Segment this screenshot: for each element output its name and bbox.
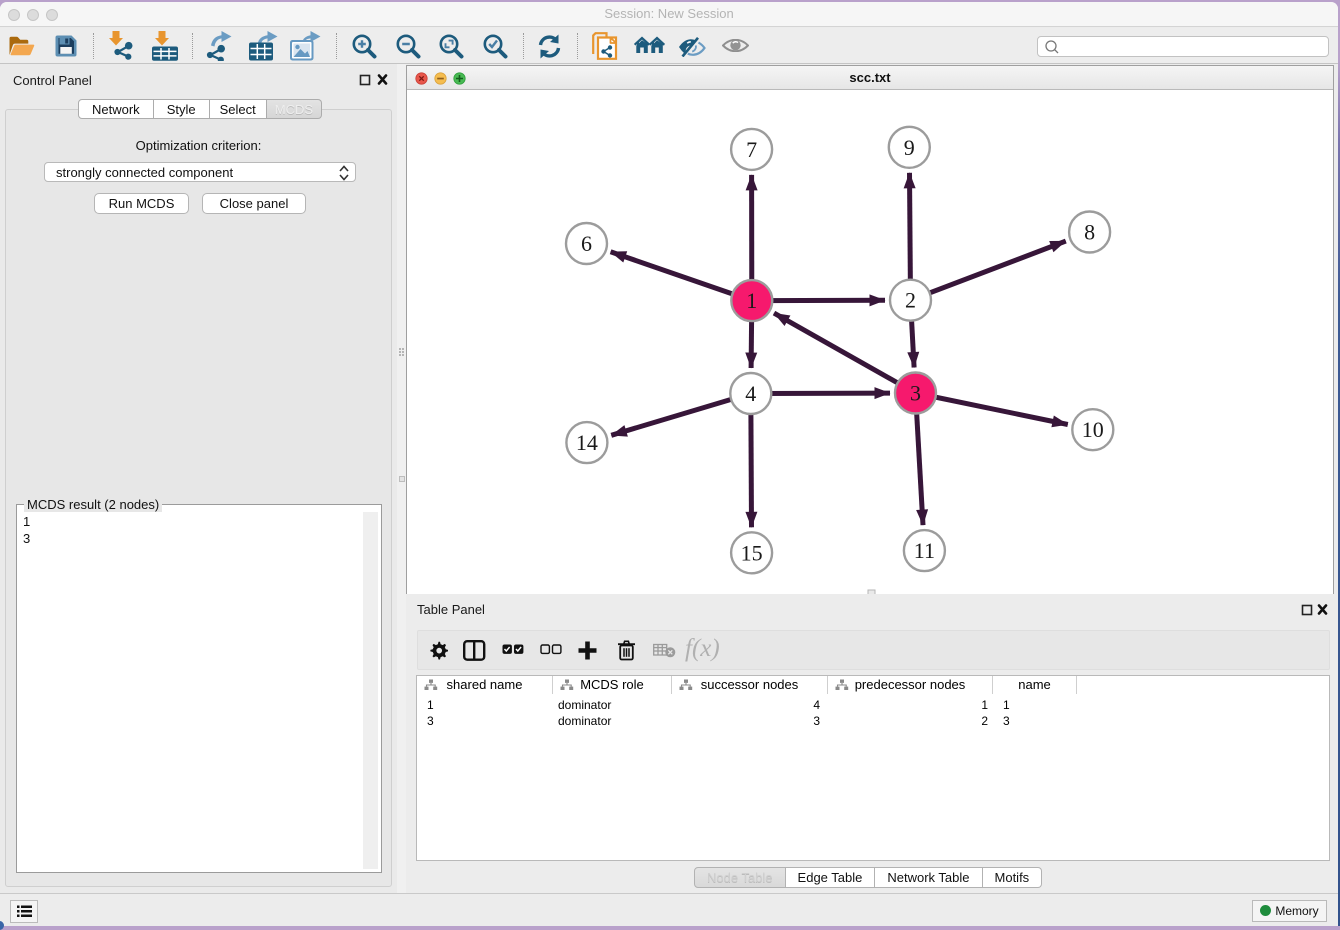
svg-text:14: 14 (576, 430, 598, 455)
svg-text:9: 9 (904, 135, 915, 160)
svg-text:15: 15 (741, 540, 763, 565)
svg-text:10: 10 (1082, 417, 1104, 442)
svg-text:3: 3 (910, 381, 921, 406)
svg-text:1: 1 (746, 288, 757, 313)
svg-text:7: 7 (746, 137, 757, 162)
svg-text:11: 11 (914, 538, 935, 563)
svg-text:4: 4 (745, 381, 756, 406)
svg-text:6: 6 (581, 231, 592, 256)
svg-text:2: 2 (905, 288, 916, 313)
svg-text:8: 8 (1084, 220, 1095, 245)
